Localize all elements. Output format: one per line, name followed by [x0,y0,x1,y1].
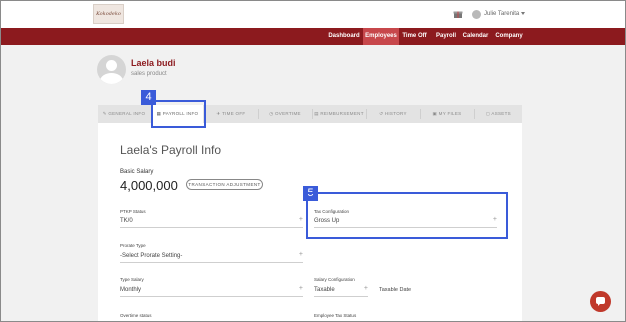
plus-icon: + [298,251,303,258]
ptkp-status-select[interactable]: TK/0 + [120,216,303,228]
nav-calendar[interactable]: Calendar [462,28,489,45]
basic-salary-label: Basic Salary [120,169,154,175]
type-salary-label: Type Salary [120,277,144,282]
tab-time-off[interactable]: ✈ TIME OFF [205,105,257,123]
company-logo[interactable]: Kokodeko [93,4,124,24]
user-name[interactable]: Julie Tarenita [484,11,519,17]
overtime-status-label: Overtime status [120,313,152,318]
page-title: Laela's Payroll Info [120,143,222,157]
prorate-type-select[interactable]: -Select Prorate Setting- + [120,251,303,263]
chat-button[interactable] [590,291,611,312]
logo-text: Kokodeko [96,11,121,17]
prorate-type-label: Prorate Type [120,243,146,248]
prorate-type-value: -Select Prorate Setting- [120,253,183,259]
nav-time-off[interactable]: Time Off [401,28,428,45]
chevron-down-icon[interactable] [521,12,525,15]
profile-name: Laela budi [131,58,176,68]
nav-employees[interactable]: Employees [363,28,399,45]
annotation-box-4 [151,100,206,128]
employee-tax-status-label: Employee Tax Status [314,313,357,318]
nav-dashboard[interactable]: Dashboard [327,28,361,45]
tab-assets[interactable]: ◻ ASSETS [475,105,522,123]
main-nav: Dashboard Employees Time Off Payroll Cal… [1,28,625,45]
tab-general-info[interactable]: ✎ GENERAL INFO [98,105,150,123]
salary-configuration-select[interactable]: Taxable + [314,285,368,297]
type-salary-value: Monthly [120,287,142,293]
top-bar: Kokodeko Julie Tarenita [1,1,625,28]
salary-configuration-label: Salary Configuration [314,277,355,282]
app-window: Kokodeko Julie Tarenita Dashboard Employ… [0,0,626,322]
ptkp-status-label: PTKP Status [120,209,146,214]
ptkp-status-value: TK/0 [120,218,133,224]
transaction-adjustment-button[interactable]: TRANSACTION ADJUSTMENT [186,179,263,190]
tab-my-files[interactable]: ▣ MY FILES [421,105,473,123]
gift-icon[interactable] [453,9,463,19]
tab-reimbursement[interactable]: ▤ REIMBURSEMENT [313,105,365,123]
salary-configuration-value: Taxable [314,287,335,293]
profile-role: sales product [131,71,167,77]
profile-avatar [97,55,126,84]
nav-company[interactable]: Company [495,28,523,45]
type-salary-select[interactable]: Monthly + [120,285,303,297]
chat-icon [596,297,605,306]
tab-history[interactable]: ↺ HISTORY [367,105,419,123]
tab-overtime[interactable]: ◷ OVERTIME [259,105,311,123]
basic-salary-value: 4,000,000 [120,178,178,193]
nav-payroll[interactable]: Payroll [435,28,457,45]
taxable-date-field[interactable]: Taxable Date [379,287,411,293]
user-avatar[interactable] [472,10,481,19]
plus-icon: + [363,285,368,292]
plus-icon: + [298,285,303,292]
plus-icon: + [298,216,303,223]
annotation-box-5 [306,192,508,239]
